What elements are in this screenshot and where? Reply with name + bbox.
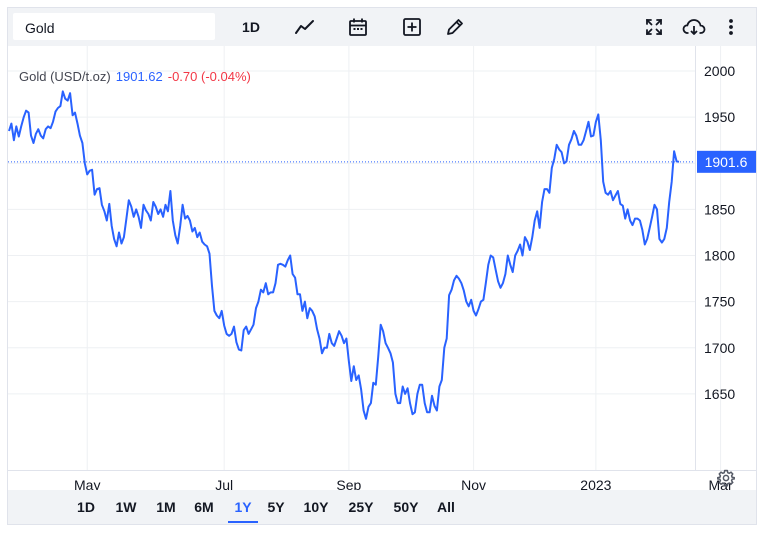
y-tick-label: 2000	[704, 63, 735, 79]
legend-price: 1901.62	[115, 69, 163, 84]
range-button-1m[interactable]: 1M	[151, 490, 181, 523]
download-button[interactable]	[678, 12, 710, 42]
price-chart[interactable]: 1650 1700 1750 1800 1850 1950 2000 May Jul Sep Nov…	[8, 46, 756, 490]
last-price-label: 1901.6	[705, 154, 748, 170]
y-tick-label: 1850	[704, 201, 735, 217]
x-tick-label: Sep	[336, 477, 361, 490]
range-button-1w[interactable]: 1W	[111, 490, 141, 523]
range-button-25y[interactable]: 25Y	[345, 490, 377, 523]
range-button-1d[interactable]: 1D	[71, 490, 101, 523]
x-tick-label: 2023	[580, 477, 611, 490]
y-tick-label: 1650	[704, 386, 735, 402]
calendar-icon	[349, 18, 367, 36]
legend-change: -0.70 (-0.04%)	[167, 69, 251, 84]
x-tick-label: Jul	[215, 477, 233, 490]
fullscreen-button[interactable]	[639, 12, 669, 42]
chart-widget: Gold 1D 1650 1700 1750 1800 1850 1950 20…	[7, 7, 757, 525]
add-compare-icon	[403, 18, 421, 36]
x-tick-label: May	[74, 477, 100, 490]
more-menu-icon	[729, 19, 733, 35]
range-button-all[interactable]: All	[432, 490, 460, 523]
x-tick-label: Nov	[461, 477, 486, 490]
symbol-search-value: Gold	[25, 20, 55, 36]
range-button-50y[interactable]: 50Y	[390, 490, 422, 523]
more-menu-button[interactable]	[719, 12, 743, 42]
settings-gear-icon[interactable]	[716, 468, 736, 488]
range-button-10y[interactable]: 10Y	[301, 490, 331, 523]
chart-style-button[interactable]	[290, 12, 320, 42]
y-tick-label: 1700	[704, 340, 735, 356]
interval-button[interactable]: 1D	[234, 12, 268, 42]
y-tick-label: 1950	[704, 109, 735, 125]
range-button-5y[interactable]: 5Y	[261, 490, 291, 523]
download-icon	[682, 19, 706, 35]
add-compare-button[interactable]	[397, 12, 427, 42]
range-selector: 1D 1W 1M 6M 1Y 5Y 10Y 25Y 50Y All	[8, 490, 756, 524]
chart-style-icon	[295, 20, 314, 34]
fullscreen-icon	[646, 19, 662, 35]
chart-legend: Gold (USD/t.oz) 1901.62 -0.70 (-0.04%)	[19, 69, 251, 84]
range-button-6m[interactable]: 6M	[189, 490, 219, 523]
symbol-search-input[interactable]: Gold	[13, 13, 215, 40]
y-tick-label: 1750	[704, 294, 735, 310]
y-tick-label: 1800	[704, 248, 735, 264]
draw-button[interactable]	[440, 12, 470, 42]
legend-symbol-name: Gold (USD/t.oz)	[19, 69, 111, 84]
range-button-1y[interactable]: 1Y	[228, 490, 258, 523]
date-range-button[interactable]	[343, 12, 373, 42]
draw-pencil-icon	[447, 19, 463, 35]
top-toolbar: Gold 1D	[8, 8, 756, 46]
